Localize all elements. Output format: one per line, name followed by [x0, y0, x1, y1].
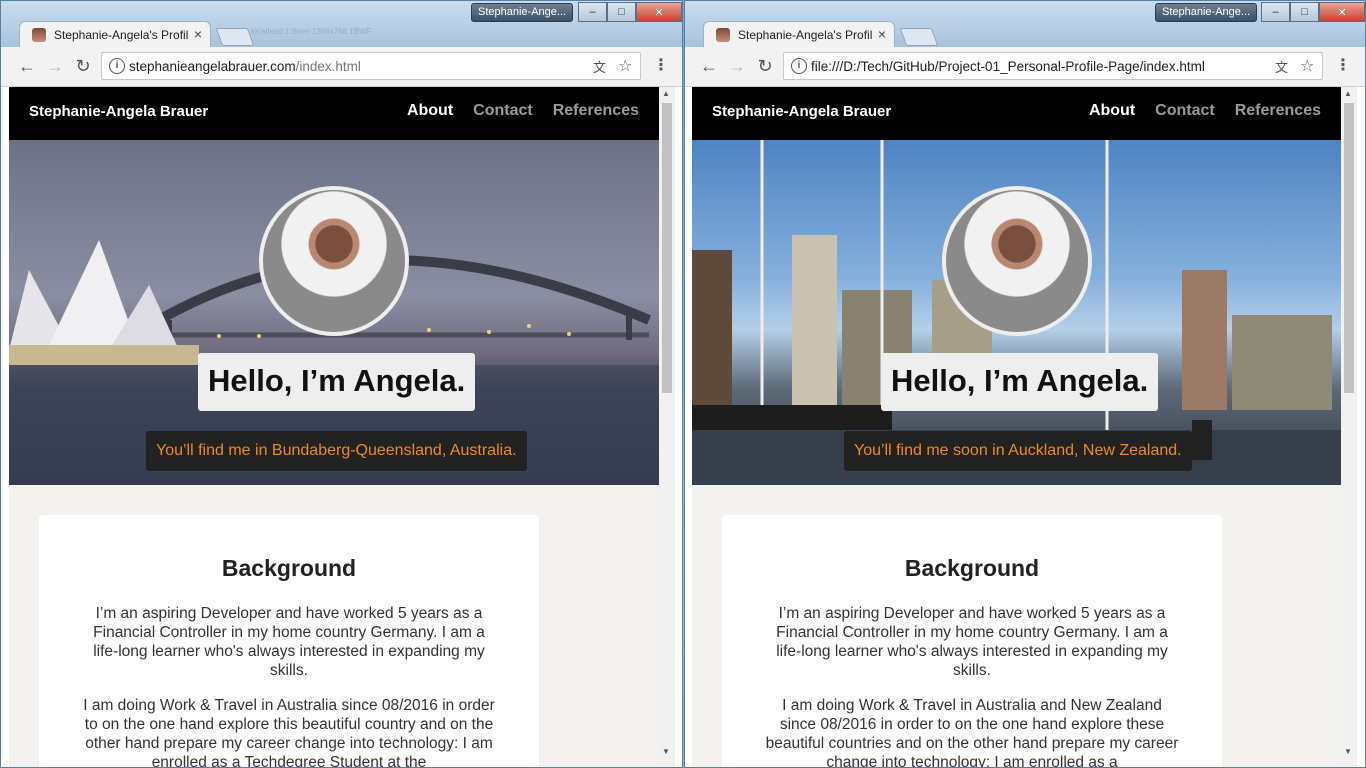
url-text: file:///D:/Tech/GitHub/Project-01_Person…: [811, 59, 1205, 74]
new-tab-button[interactable]: [899, 28, 939, 46]
browser-toolbar: ← → ↻ i stephanieangelabrauer.com/index.…: [1, 47, 682, 87]
minimize-button[interactable]: –: [578, 2, 607, 22]
site-brand[interactable]: Stephanie-Angela Brauer: [29, 103, 208, 120]
scrollbar-thumb[interactable]: [662, 103, 672, 393]
maximize-button[interactable]: □: [607, 2, 636, 22]
close-tab-icon[interactable]: ×: [878, 26, 886, 42]
tab-title: Stephanie-Angela's Profil: [54, 28, 188, 42]
translate-icon[interactable]: 文: [593, 57, 606, 76]
url-host: file:///D:/Tech/GitHub/Project-01_Person…: [811, 59, 1205, 74]
section-title: Background: [904, 555, 1040, 581]
hero-banner-sydney: Hello, I’m Angela. You’ll find me in Bun…: [9, 140, 659, 485]
tab-profile[interactable]: Stephanie-Angela's Profil ×: [703, 21, 895, 48]
url-host: stephanieangelabrauer.com: [129, 59, 296, 74]
nav-references[interactable]: References: [1235, 102, 1321, 120]
tab-profile[interactable]: Stephanie-Angela's Profil ×: [19, 21, 211, 48]
star-icon[interactable]: ☆: [618, 56, 632, 76]
maximize-button[interactable]: □: [1290, 2, 1319, 22]
taskbar-pill[interactable]: Stephanie-Ange...: [471, 3, 574, 22]
scroll-down-icon[interactable]: ▼: [1344, 747, 1352, 756]
hero-banner-auckland: Hello, I’m Angela. You’ll find me soon i…: [692, 140, 1341, 485]
nav-references[interactable]: References: [553, 102, 639, 120]
tab-title: Stephanie-Angela's Profil: [738, 28, 872, 42]
address-bar[interactable]: i file:///D:/Tech/GitHub/Project-01_Pers…: [783, 52, 1323, 80]
avatar: [942, 186, 1092, 336]
favicon-icon: [32, 28, 46, 42]
info-icon[interactable]: i: [109, 58, 125, 74]
nav-about[interactable]: About: [407, 102, 453, 120]
background-card: Background I’m an aspiring Developer and…: [722, 515, 1222, 768]
back-icon[interactable]: ←: [17, 56, 37, 77]
background-paragraph-1: I’m an aspiring Developer and have worke…: [93, 605, 485, 679]
background-paragraph-1: I’m an aspiring Developer and have worke…: [776, 605, 1168, 679]
page-viewport: Stephanie-Angela Brauer About Contact Re…: [692, 87, 1341, 768]
nav-about[interactable]: About: [1089, 102, 1135, 120]
browser-window-left: Stephanie-Angela's Profil × localhost:1 …: [0, 0, 683, 768]
site-brand[interactable]: Stephanie-Angela Brauer: [712, 103, 891, 120]
scroll-up-icon[interactable]: ▲: [1344, 89, 1352, 98]
browser-toolbar: ← → ↻ i file:///D:/Tech/GitHub/Project-0…: [685, 47, 1365, 87]
star-icon[interactable]: ☆: [1300, 56, 1314, 76]
nav-contact[interactable]: Contact: [1155, 102, 1215, 120]
window-controls: – □ ✕: [578, 2, 682, 22]
site-navbar: Stephanie-Angela Brauer About Contact Re…: [9, 87, 659, 140]
site-nav-links: About Contact References: [407, 102, 639, 120]
forward-icon[interactable]: →: [45, 56, 65, 77]
background-paragraph-2: I am doing Work & Travel in Australia an…: [765, 697, 1179, 768]
site-nav-links: About Contact References: [1089, 102, 1321, 120]
url-path: /index.html: [295, 59, 361, 74]
page-viewport: Stephanie-Angela Brauer About Contact Re…: [9, 87, 659, 768]
favicon-icon: [716, 28, 730, 42]
address-bar[interactable]: i stephanieangelabrauer.com/index.html 文…: [101, 52, 641, 80]
nav-contact[interactable]: Contact: [473, 102, 533, 120]
scroll-down-icon[interactable]: ▼: [662, 747, 670, 756]
scrollbar[interactable]: ▲ ▼: [1341, 87, 1357, 767]
close-window-button[interactable]: ✕: [636, 2, 682, 22]
tab-strip: Stephanie-Angela's Profil × Stephanie-An…: [685, 1, 1365, 48]
reload-icon[interactable]: ↻: [73, 56, 93, 77]
new-tab-button[interactable]: [215, 28, 255, 46]
taskbar-pill[interactable]: Stephanie-Ange...: [1155, 3, 1258, 22]
window-controls: – □ ✕: [1261, 2, 1365, 22]
back-icon[interactable]: ←: [699, 56, 719, 77]
info-icon[interactable]: i: [791, 58, 807, 74]
browser-window-right: Stephanie-Angela's Profil × Stephanie-An…: [684, 0, 1366, 768]
scrollbar-thumb[interactable]: [1344, 103, 1354, 393]
hero-greeting: Hello, I’m Angela.: [881, 353, 1159, 411]
close-window-button[interactable]: ✕: [1319, 2, 1365, 22]
hero-greeting: Hello, I’m Angela.: [198, 353, 476, 411]
scroll-up-icon[interactable]: ▲: [662, 89, 670, 98]
avatar: [259, 186, 409, 336]
hero-location: You’ll find me soon in Auckland, New Zea…: [844, 431, 1192, 471]
tab-strip: Stephanie-Angela's Profil × localhost:1 …: [1, 1, 682, 48]
forward-icon[interactable]: →: [727, 56, 747, 77]
reload-icon[interactable]: ↻: [755, 56, 775, 77]
menu-icon[interactable]: ⋮: [653, 55, 669, 75]
url-text: stephanieangelabrauer.com/index.html: [129, 59, 361, 74]
background-paragraph-2: I am doing Work & Travel in Australia si…: [83, 697, 495, 768]
ghost-tab-text: localhost:1 Sven 1366x768 1BWF: [251, 27, 372, 36]
minimize-button[interactable]: –: [1261, 2, 1290, 22]
translate-icon[interactable]: 文: [1275, 57, 1288, 76]
background-card: Background I’m an aspiring Developer and…: [39, 515, 539, 768]
section-title: Background: [221, 555, 357, 581]
site-navbar: Stephanie-Angela Brauer About Contact Re…: [692, 87, 1341, 140]
menu-icon[interactable]: ⋮: [1335, 55, 1351, 75]
close-tab-icon[interactable]: ×: [194, 26, 202, 42]
hero-location: You’ll find me in Bundaberg-Queensland, …: [146, 431, 527, 471]
scrollbar[interactable]: ▲ ▼: [659, 87, 675, 767]
